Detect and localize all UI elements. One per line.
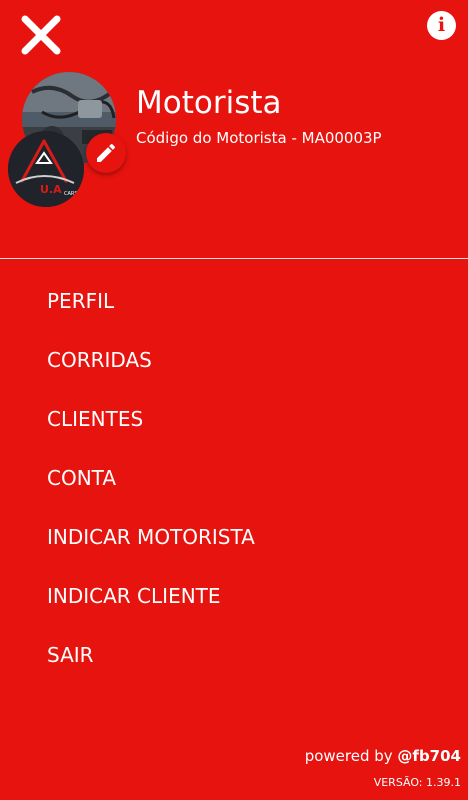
- pencil-icon: [97, 143, 116, 162]
- driver-code: Código do Motorista - MA00003P: [136, 129, 382, 147]
- app-version: VERSÃO: 1.39.1: [373, 776, 461, 789]
- menu-item-perfil[interactable]: PERFIL: [0, 272, 468, 331]
- info-button[interactable]: i: [427, 11, 456, 40]
- edit-profile-button[interactable]: [86, 133, 126, 173]
- menu-item-clientes[interactable]: CLIENTES: [0, 390, 468, 449]
- driver-name: Motorista: [136, 85, 282, 121]
- menu-item-indicar-cliente[interactable]: INDICAR CLIENTE: [0, 567, 468, 626]
- powered-by-handle[interactable]: @fb704: [397, 747, 461, 765]
- menu-item-indicar-motorista[interactable]: INDICAR MOTORISTA: [0, 508, 468, 567]
- info-icon: i: [437, 14, 446, 36]
- drawer-menu: PERFIL CORRIDAS CLIENTES CONTA INDICAR M…: [0, 272, 468, 685]
- side-drawer: i U.A CARS Motorista Código do Motorista…: [0, 0, 468, 800]
- logo-subtext: CARS: [64, 191, 78, 197]
- divider: [0, 258, 468, 259]
- company-logo: U.A CARS: [8, 131, 84, 207]
- menu-item-corridas[interactable]: CORRIDAS: [0, 331, 468, 390]
- menu-item-sair[interactable]: SAIR: [0, 626, 468, 685]
- close-icon: [21, 15, 61, 55]
- powered-by: powered by @fb704: [305, 745, 461, 767]
- menu-item-conta[interactable]: CONTA: [0, 449, 468, 508]
- logo-text: U.A: [40, 183, 62, 196]
- logo-icon: U.A CARS: [8, 131, 84, 207]
- close-button[interactable]: [18, 12, 64, 58]
- powered-by-prefix: powered by: [304, 747, 398, 765]
